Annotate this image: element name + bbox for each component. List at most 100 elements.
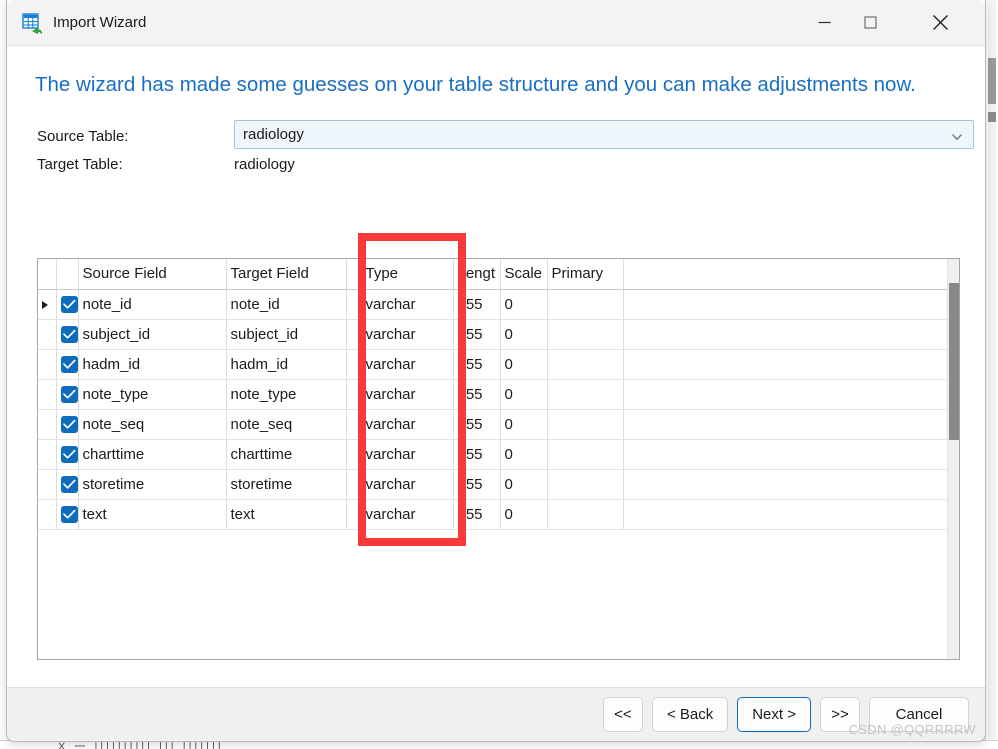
cell-length[interactable]: 255 xyxy=(453,409,501,440)
cell-length[interactable]: 255 xyxy=(453,499,501,530)
row-indicator[interactable] xyxy=(38,379,57,410)
cell-scale[interactable]: 0 xyxy=(500,289,548,320)
row-indicator[interactable] xyxy=(38,349,57,380)
cell-type[interactable]: varchar xyxy=(361,469,454,500)
row-select-checkbox[interactable] xyxy=(56,439,79,470)
cell-length[interactable]: 255 xyxy=(453,289,501,320)
cell-source-field[interactable]: charttime xyxy=(78,439,227,470)
source-table-select[interactable]: radiology xyxy=(234,120,974,149)
cell-source-field[interactable]: storetime xyxy=(78,469,227,500)
cell-target-field[interactable]: storetime xyxy=(226,469,347,500)
row-indicator[interactable] xyxy=(38,409,57,440)
cell-length[interactable]: 255 xyxy=(453,379,501,410)
row-select-checkbox[interactable] xyxy=(56,289,79,320)
cell-source-field[interactable]: hadm_id xyxy=(78,349,227,380)
cell-type[interactable]: varchar xyxy=(361,379,454,410)
checkmark-icon[interactable] xyxy=(60,445,77,463)
back-button[interactable]: < Back xyxy=(651,697,729,732)
checkmark-icon[interactable] xyxy=(60,475,77,493)
table-row[interactable]: storetime storetime varchar 255 0 xyxy=(38,469,950,500)
column-header-type[interactable]: Type xyxy=(361,259,454,290)
table-row[interactable]: note_type note_type varchar 255 0 xyxy=(38,379,950,410)
cell-primary[interactable] xyxy=(547,499,624,530)
checkmark-icon[interactable] xyxy=(60,325,77,343)
row-select-checkbox[interactable] xyxy=(56,499,79,530)
cell-source-field[interactable]: note_seq xyxy=(78,409,227,440)
cell-target-field[interactable]: text xyxy=(226,499,347,530)
cell-type[interactable]: varchar xyxy=(361,349,454,380)
table-row[interactable]: hadm_id hadm_id varchar 255 0 xyxy=(38,349,950,380)
cell-length[interactable]: 255 xyxy=(453,439,501,470)
row-select-checkbox[interactable] xyxy=(56,319,79,350)
checkmark-icon[interactable] xyxy=(60,355,77,373)
table-row[interactable]: text text varchar 255 0 xyxy=(38,499,950,530)
cell-type[interactable]: varchar xyxy=(361,289,454,320)
grid-scrollbar-thumb[interactable] xyxy=(949,283,959,440)
row-select-checkbox[interactable] xyxy=(56,409,79,440)
table-row[interactable]: note_id note_id varchar 255 0 xyxy=(38,289,950,320)
cell-target-field[interactable]: hadm_id xyxy=(226,349,347,380)
cell-source-field[interactable]: note_id xyxy=(78,289,227,320)
checkmark-icon[interactable] xyxy=(60,415,77,433)
first-button[interactable]: << xyxy=(602,697,643,732)
table-row[interactable]: note_seq note_seq varchar 255 0 xyxy=(38,409,950,440)
cell-primary[interactable] xyxy=(547,289,624,320)
column-header-checkbox[interactable] xyxy=(56,259,79,290)
checkmark-icon[interactable] xyxy=(60,505,77,523)
close-icon[interactable] xyxy=(917,0,963,45)
cell-scale[interactable]: 0 xyxy=(500,349,548,380)
row-select-checkbox[interactable] xyxy=(56,349,79,380)
cell-type[interactable]: varchar xyxy=(361,439,454,470)
next-button[interactable]: Next > xyxy=(737,697,811,732)
cell-type[interactable]: varchar xyxy=(361,319,454,350)
cancel-button[interactable]: Cancel xyxy=(869,697,969,732)
background-scrollbar-thumb-secondary[interactable] xyxy=(988,112,996,122)
cell-scale[interactable]: 0 xyxy=(500,409,548,440)
cell-scale[interactable]: 0 xyxy=(500,439,548,470)
last-button[interactable]: >> xyxy=(820,697,860,732)
cell-primary[interactable] xyxy=(547,379,624,410)
cell-primary[interactable] xyxy=(547,409,624,440)
cell-length[interactable]: 255 xyxy=(453,349,501,380)
cell-scale[interactable]: 0 xyxy=(500,499,548,530)
cell-source-field[interactable]: note_type xyxy=(78,379,227,410)
row-indicator[interactable] xyxy=(38,289,57,320)
column-header-target-field[interactable]: Target Field xyxy=(226,259,347,290)
row-indicator[interactable] xyxy=(38,319,57,350)
cell-target-field[interactable]: note_seq xyxy=(226,409,347,440)
checkmark-icon[interactable] xyxy=(60,295,77,313)
cell-type[interactable]: varchar xyxy=(361,409,454,440)
table-row[interactable]: charttime charttime varchar 255 0 xyxy=(38,439,950,470)
cell-scale[interactable]: 0 xyxy=(500,319,548,350)
row-indicator[interactable] xyxy=(38,439,57,470)
table-row[interactable]: subject_id subject_id varchar 255 0 xyxy=(38,319,950,350)
cell-length[interactable]: 255 xyxy=(453,469,501,500)
column-header-scale[interactable]: Scale xyxy=(500,259,548,290)
cell-scale[interactable]: 0 xyxy=(500,469,548,500)
cell-source-field[interactable]: text xyxy=(78,499,227,530)
column-header-length[interactable]: Lengt xyxy=(453,259,501,290)
column-header-source-field[interactable]: Source Field xyxy=(78,259,227,290)
cell-target-field[interactable]: note_id xyxy=(226,289,347,320)
column-header-primary[interactable]: Primary xyxy=(547,259,624,290)
row-indicator[interactable] xyxy=(38,469,57,500)
cell-type[interactable]: varchar xyxy=(361,499,454,530)
row-select-checkbox[interactable] xyxy=(56,469,79,500)
background-scrollbar-thumb[interactable] xyxy=(988,58,996,104)
cell-primary[interactable] xyxy=(547,439,624,470)
checkmark-icon[interactable] xyxy=(60,385,77,403)
maximize-icon[interactable] xyxy=(847,0,893,45)
cell-source-field[interactable]: subject_id xyxy=(78,319,227,350)
cell-primary[interactable] xyxy=(547,319,624,350)
title-bar[interactable]: Import Wizard xyxy=(7,0,985,46)
grid-scrollbar[interactable] xyxy=(947,259,959,659)
row-select-checkbox[interactable] xyxy=(56,379,79,410)
cell-target-field[interactable]: charttime xyxy=(226,439,347,470)
cell-target-field[interactable]: subject_id xyxy=(226,319,347,350)
minimize-icon[interactable] xyxy=(801,0,847,45)
cell-length[interactable]: 255 xyxy=(453,319,501,350)
cell-scale[interactable]: 0 xyxy=(500,379,548,410)
cell-primary[interactable] xyxy=(547,469,624,500)
cell-target-field[interactable]: note_type xyxy=(226,379,347,410)
cell-primary[interactable] xyxy=(547,349,624,380)
